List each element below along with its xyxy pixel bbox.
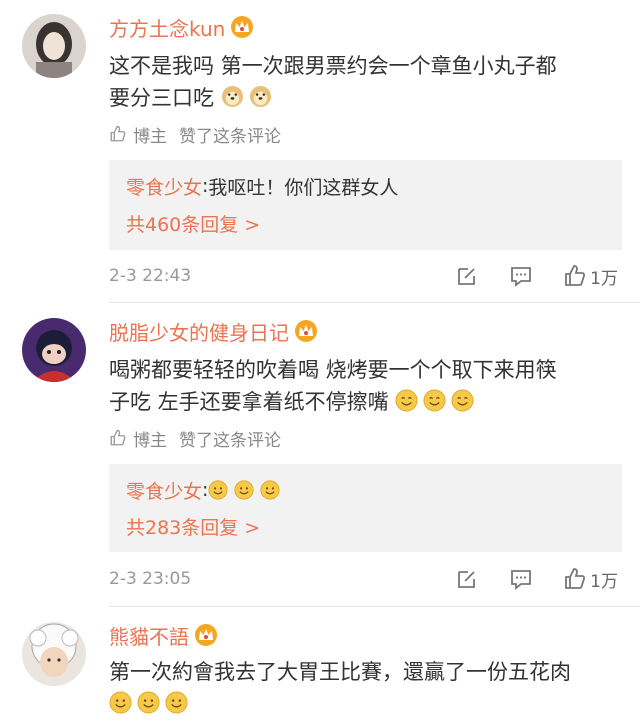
like-button[interactable]: 1万 — [563, 567, 618, 592]
username[interactable]: 熊貓不語 — [109, 621, 189, 650]
edit-icon — [458, 268, 476, 285]
comment-text-line: 要分三口吃 — [109, 86, 214, 110]
vip-crown-icon — [195, 624, 217, 646]
comment-text-line: 喝粥都要轻轻的吹着喝 烧烤要一个个取下来用筷 — [109, 358, 557, 382]
author-label: 博主 — [133, 430, 167, 451]
thumbs-up-icon — [110, 125, 126, 142]
comment-icon — [511, 570, 532, 590]
thumbs-up-icon — [565, 568, 586, 589]
username[interactable]: 脱脂少女的健身日记 — [109, 317, 289, 346]
smile-emoji — [208, 480, 229, 500]
avatar[interactable] — [22, 622, 86, 686]
smile-emoji — [395, 389, 418, 412]
author-liked-row: 博主 赞了这条评论 — [109, 426, 281, 451]
reply-text: 我呕吐！你们这群女人 — [208, 176, 399, 199]
smile-emoji — [451, 389, 474, 412]
reply-count-link[interactable]: 共460条回复 > — [126, 209, 260, 237]
like-count: 1万 — [590, 268, 618, 289]
smile-emoji — [423, 389, 446, 412]
reply-count-link[interactable]: 共283条回复 > — [126, 512, 260, 540]
comment-text-line: 这不是我吗 第一次跟男票约会一个章鱼小丸子都 — [109, 54, 557, 78]
comment-date: 2-3 23:05 — [109, 569, 192, 589]
vip-crown-icon — [295, 320, 317, 342]
author-liked-text: 赞了这条评论 — [179, 126, 281, 147]
avatar[interactable] — [22, 318, 86, 382]
smile-emoji — [109, 691, 132, 714]
smile-emoji — [234, 480, 255, 500]
divider — [109, 302, 640, 303]
like-button[interactable]: 1万 — [563, 264, 618, 289]
doge-emoji — [221, 85, 243, 108]
author-liked-row: 博主 赞了这条评论 — [109, 122, 281, 147]
comment-text-line: 子吃 左手还要拿着纸不停擦嘴 — [109, 390, 389, 414]
edit-icon — [458, 571, 476, 588]
thumbs-up-icon — [110, 429, 126, 446]
comment-button[interactable] — [509, 567, 533, 591]
comment-text: 第一次約會我去了大胃王比賽，還贏了一份五花肉 — [109, 656, 624, 720]
vip-crown-icon — [231, 16, 254, 38]
smile-emoji — [260, 480, 281, 500]
comment-text: 喝粥都要轻轻的吹着喝 烧烤要一个个取下来用筷 子吃 左手还要拿着纸不停擦嘴 — [109, 354, 624, 418]
comment-text-line: 第一次約會我去了大胃王比賽，還贏了一份五花肉 — [109, 660, 571, 684]
reply-username[interactable]: 零食少女 — [126, 477, 202, 504]
doge-emoji — [249, 85, 271, 108]
username[interactable]: 方方土念kun — [109, 13, 225, 42]
repost-button[interactable] — [455, 567, 479, 591]
divider — [109, 606, 640, 607]
smile-emoji — [137, 691, 160, 714]
reply-username[interactable]: 零食少女 — [126, 173, 202, 200]
reply-box[interactable]: 零食少女 : 共283条回复 > — [109, 464, 622, 552]
smile-emoji — [165, 691, 188, 714]
reply-box[interactable]: 零食少女 : 我呕吐！你们这群女人 共460条回复 > — [109, 160, 622, 250]
like-count: 1万 — [590, 571, 618, 592]
thumbs-up-icon — [565, 265, 586, 286]
author-label: 博主 — [133, 126, 167, 147]
comment-icon — [511, 267, 532, 287]
avatar[interactable] — [22, 14, 86, 78]
comment-button[interactable] — [509, 264, 533, 288]
author-liked-text: 赞了这条评论 — [179, 430, 281, 451]
repost-button[interactable] — [455, 264, 479, 288]
comment-date: 2-3 22:43 — [109, 266, 192, 286]
comment-text: 这不是我吗 第一次跟男票约会一个章鱼小丸子都 要分三口吃 — [109, 50, 624, 114]
